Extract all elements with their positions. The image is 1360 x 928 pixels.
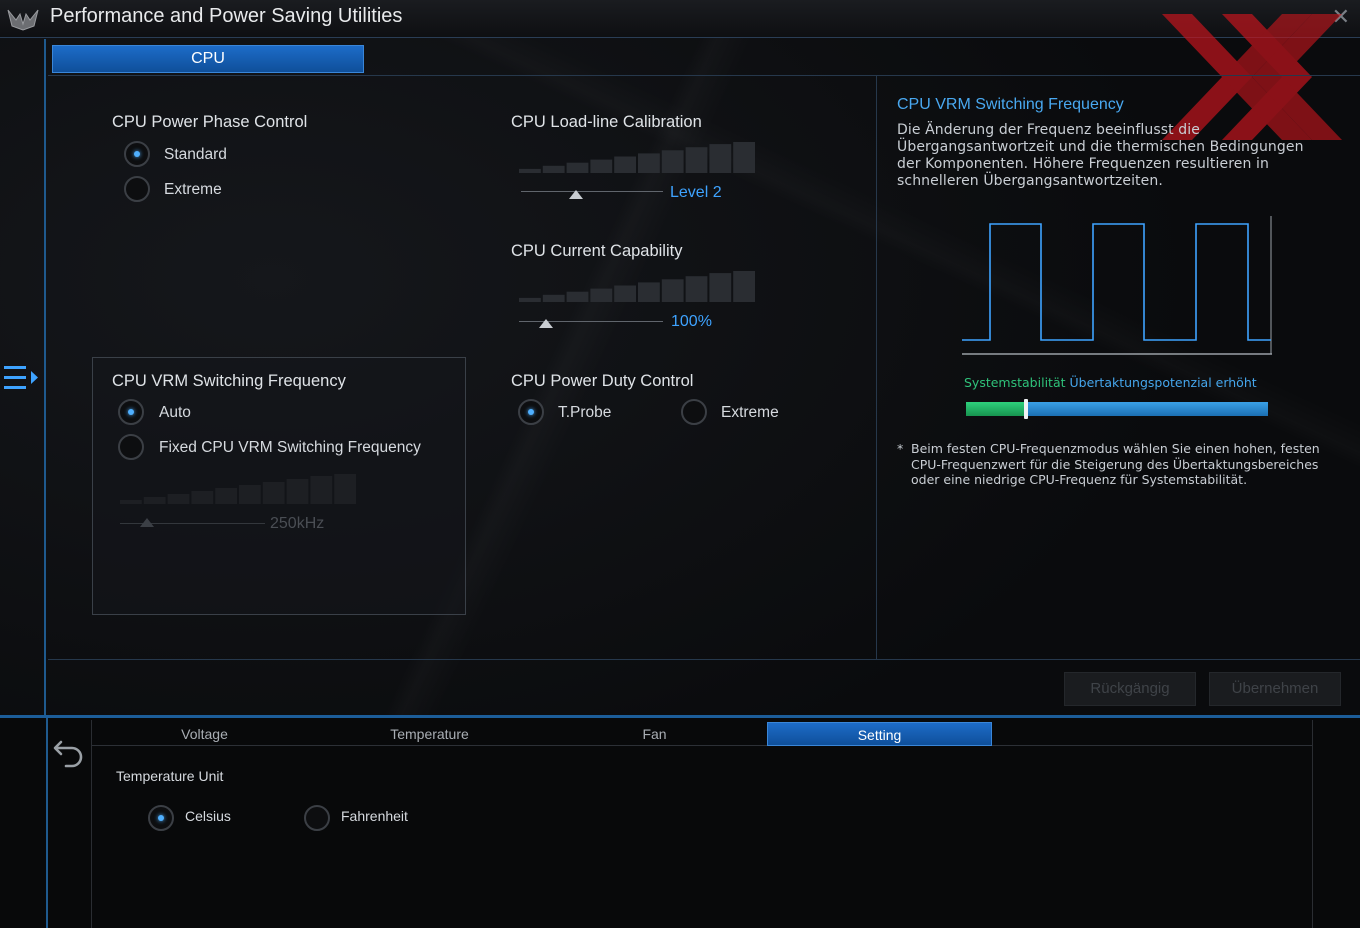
level-step	[310, 476, 333, 504]
divider	[48, 75, 1360, 76]
level-step	[661, 150, 684, 173]
radio-label: Fahrenheit	[341, 808, 408, 824]
level-step	[709, 144, 732, 173]
stability-legend: Systemstabilität Übertaktungspotenzial e…	[964, 375, 1257, 390]
radio-duty-tprobe[interactable]	[518, 399, 544, 425]
level-step	[685, 147, 708, 173]
slider-thumb[interactable]	[539, 319, 553, 328]
slider-thumb[interactable]	[569, 190, 584, 199]
stability-bar	[966, 399, 1268, 419]
tab-setting[interactable]: Setting	[767, 722, 992, 746]
undo-button[interactable]: Rückgängig	[1064, 672, 1196, 706]
radio-celsius[interactable]	[148, 805, 174, 831]
level-step	[143, 497, 166, 504]
level-step	[614, 285, 636, 302]
info-text: Die Änderung der Frequenz beeinflusst di…	[897, 122, 1304, 189]
slider-thumb[interactable]	[140, 518, 154, 527]
divider	[48, 659, 1360, 660]
overclock-label: Übertaktungspotenzial erhöht	[1069, 375, 1257, 390]
vrm-level-staircase	[120, 474, 356, 504]
info-title: CPU VRM Switching Frequency	[897, 96, 1124, 113]
level-step	[566, 162, 589, 173]
tab-voltage[interactable]: Voltage	[92, 722, 317, 746]
level-step	[167, 494, 190, 504]
level-step	[733, 271, 755, 302]
llc-level-staircase	[519, 142, 755, 173]
level-step	[215, 488, 237, 504]
level-step	[733, 142, 755, 173]
radio-vrm-auto[interactable]	[118, 399, 144, 425]
level-step	[120, 500, 142, 504]
left-rail-bottom	[46, 718, 48, 928]
power-phase-title: CPU Power Phase Control	[112, 113, 308, 131]
tab-temperature[interactable]: Temperature	[317, 722, 542, 746]
level-step	[590, 159, 613, 173]
radio-label: Extreme	[164, 181, 222, 198]
level-step	[519, 297, 541, 302]
current-capability-title: CPU Current Capability	[511, 242, 683, 260]
duty-control-title: CPU Power Duty Control	[511, 372, 694, 390]
llc-title: CPU Load-line Calibration	[511, 113, 702, 131]
stability-bar-marker[interactable]	[1024, 399, 1029, 419]
level-step	[638, 282, 660, 302]
level-step	[191, 491, 214, 504]
tab-fan[interactable]: Fan	[542, 722, 767, 746]
back-arrow-icon[interactable]	[52, 734, 86, 768]
radio-label: Fixed CPU VRM Switching Frequency	[159, 439, 421, 456]
level-step	[239, 485, 261, 504]
level-step	[262, 482, 285, 504]
vrm-frequency-title: CPU VRM Switching Frequency	[112, 372, 346, 390]
level-step	[519, 168, 541, 173]
radio-label: Standard	[164, 146, 227, 163]
level-step	[638, 153, 660, 173]
radio-duty-extreme[interactable]	[681, 399, 707, 425]
window-title: Performance and Power Saving Utilities	[50, 5, 403, 27]
menu-expand-icon[interactable]	[2, 364, 40, 392]
square-wave-graphic	[962, 216, 1272, 355]
radio-label: Celsius	[185, 808, 231, 824]
radio-label: Extreme	[721, 404, 779, 421]
tab-cpu[interactable]: CPU	[52, 45, 364, 73]
llc-value: Level 2	[670, 184, 722, 201]
footnote: * Beim festen CPU-Frequenzmodus wählen S…	[897, 441, 1337, 488]
radio-label: Auto	[159, 404, 191, 421]
stability-label: Systemstabilität	[964, 375, 1066, 390]
level-step	[334, 474, 356, 504]
level-step	[685, 276, 708, 302]
level-step	[709, 273, 732, 302]
level-step	[590, 288, 613, 302]
bottom-frame	[91, 720, 1313, 928]
radio-fahrenheit[interactable]	[304, 805, 330, 831]
level-step	[614, 156, 636, 173]
radio-power-phase-extreme[interactable]	[124, 176, 150, 202]
radio-vrm-fixed[interactable]	[118, 434, 144, 460]
divider	[876, 76, 877, 660]
level-step	[286, 479, 309, 504]
level-step	[661, 279, 684, 302]
radio-label: T.Probe	[558, 404, 612, 421]
apply-button[interactable]: Übernehmen	[1209, 672, 1341, 706]
level-step	[542, 165, 565, 173]
footnote-star: *	[897, 441, 904, 456]
level-step	[566, 291, 589, 302]
current-capability-value: 100%	[671, 313, 712, 330]
stability-bar-fill	[966, 402, 1027, 416]
current-level-staircase	[519, 271, 755, 302]
temperature-unit-title: Temperature Unit	[116, 768, 224, 784]
bottom-tabs: Voltage Temperature Fan Setting	[92, 722, 1312, 746]
footnote-text: Beim festen CPU-Frequenzmodus wählen Sie…	[911, 441, 1320, 487]
radio-power-phase-standard[interactable]	[124, 141, 150, 167]
title-bar: Performance and Power Saving Utilities ✕	[0, 0, 1360, 38]
vrm-frequency-value: 250kHz	[270, 515, 325, 532]
level-step	[542, 294, 565, 302]
tuf-logo-icon	[7, 9, 39, 31]
